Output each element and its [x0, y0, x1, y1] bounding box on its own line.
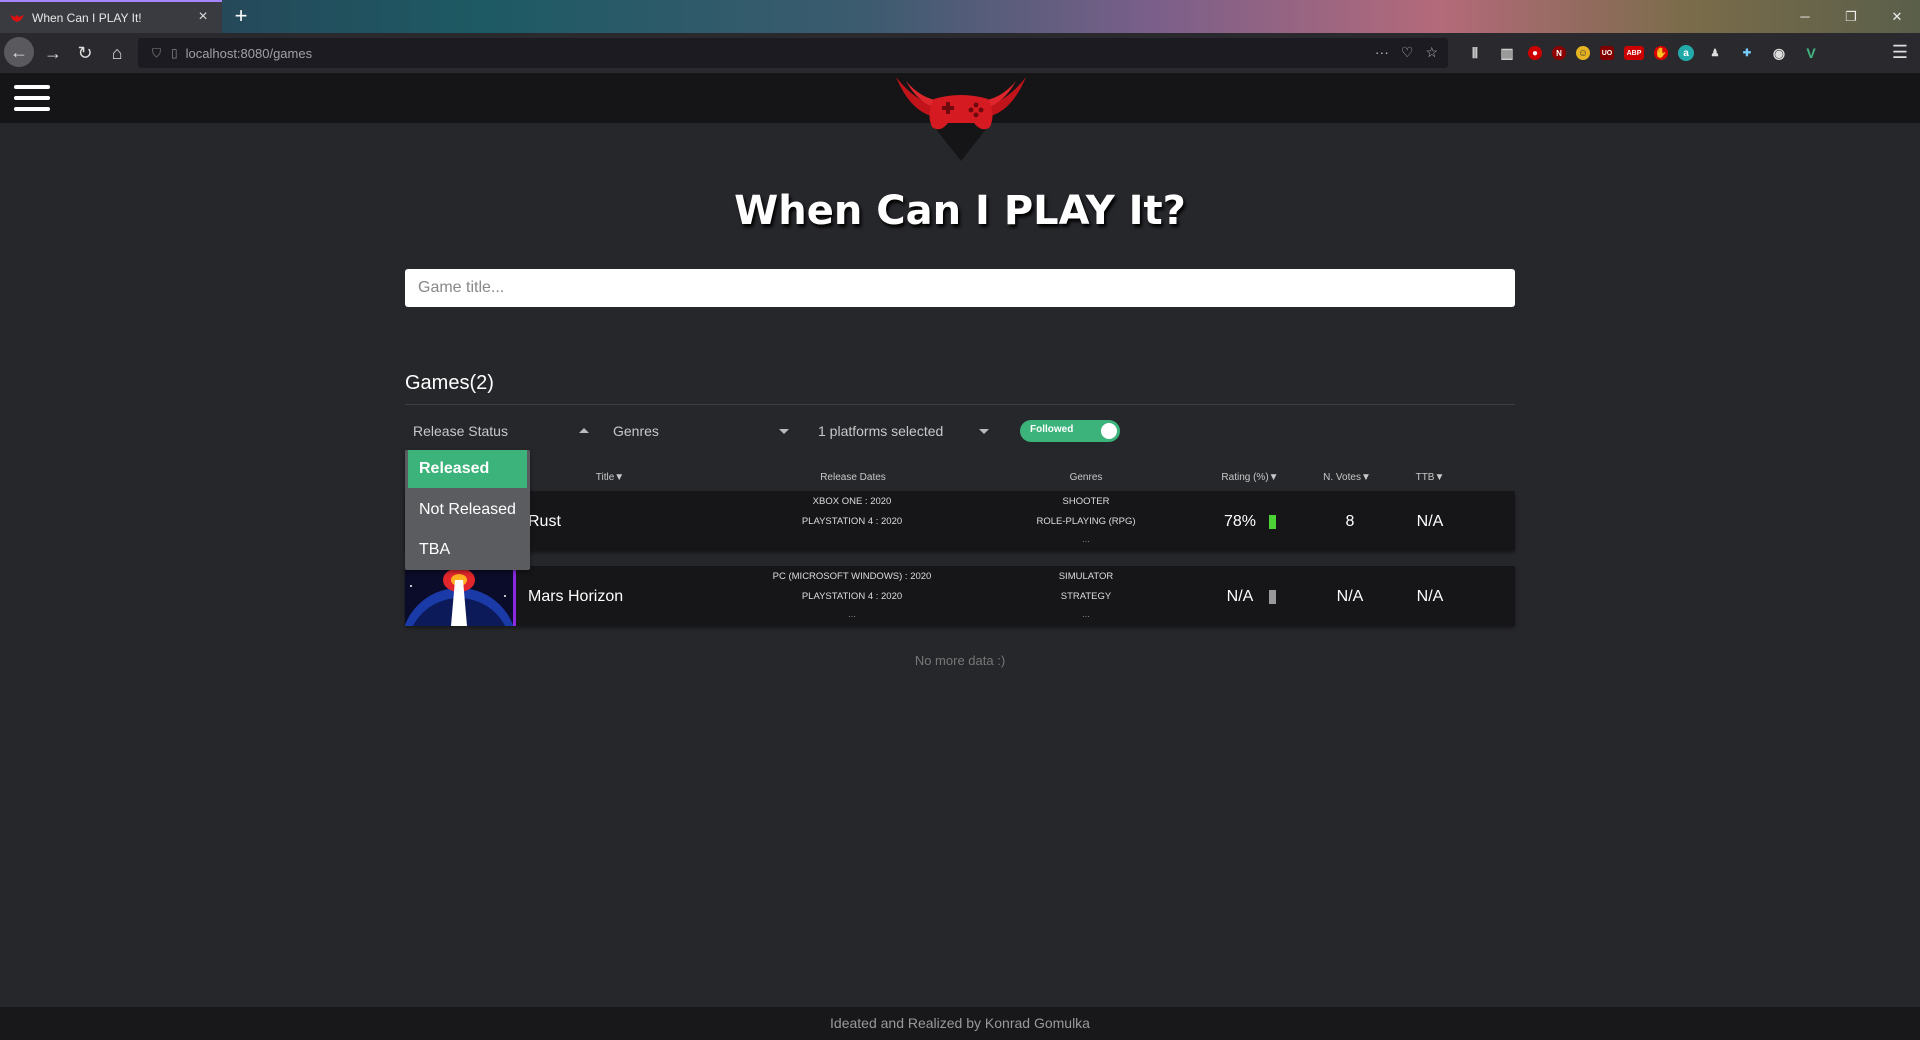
platforms-select[interactable]: 1 platforms selected: [818, 418, 993, 444]
release-status-option-not-released[interactable]: Not Released: [408, 491, 527, 529]
column-header-ttb[interactable]: TTB▼: [1400, 472, 1460, 483]
release-status-option-tba[interactable]: TBA: [408, 531, 527, 569]
rating-value: N/A: [1226, 588, 1254, 605]
back-icon[interactable]: ←: [4, 37, 34, 67]
games-count-heading: Games(2): [405, 372, 494, 394]
column-header-votes[interactable]: N. Votes▼: [1305, 472, 1389, 483]
library-icon[interactable]: ⫴: [1464, 42, 1486, 64]
browser-nav-bar: ← → ↻ ⌂ ⛉ ▯ localhost:8080/games ··· ♡ ☆…: [0, 33, 1920, 73]
release-date-item: PLAYSTATION 4 : 2020: [801, 516, 903, 527]
followed-toggle-label: Followed: [1030, 424, 1074, 435]
mars-horizon-cover: [405, 566, 513, 626]
column-header-genres: Genres: [1069, 472, 1103, 483]
rating-bar: [1269, 515, 1276, 529]
page-title: When Can I PLAY It?: [734, 188, 1186, 234]
genres-select[interactable]: Genres: [613, 418, 793, 444]
divider: [405, 404, 1515, 405]
sidebar-icon[interactable]: ▥: [1496, 42, 1518, 64]
release-date-more: ...: [848, 609, 856, 620]
game-title[interactable]: Mars Horizon: [528, 588, 623, 606]
browser-menu-icon[interactable]: ☰: [1892, 42, 1908, 63]
caret-up-icon: [579, 428, 589, 433]
url-text[interactable]: localhost:8080/games: [186, 46, 312, 61]
rating-bar: [1269, 590, 1276, 604]
release-status-option-released[interactable]: Released: [408, 450, 527, 488]
release-date-item: PC (MICROSOFT WINDOWS) : 2020: [772, 571, 932, 582]
release-status-select[interactable]: Release Status: [413, 418, 593, 444]
user-extension-icon[interactable]: ♟: [1704, 42, 1726, 64]
release-date-item: XBOX ONE : 2020: [812, 496, 892, 507]
footer-credit: Ideated and Realized by Konrad Gomulka: [830, 1015, 1090, 1031]
winged-gamepad-icon: [896, 77, 1026, 161]
app-logo[interactable]: [886, 73, 1036, 161]
column-header-release-dates: Release Dates: [820, 472, 886, 483]
shield-icon[interactable]: ⛉: [152, 46, 161, 61]
lock-extension-icon[interactable]: ●: [1528, 46, 1542, 60]
no-more-data-text: No more data :): [914, 653, 1006, 668]
close-window-icon[interactable]: ✕: [1874, 0, 1920, 33]
release-status-label: Release Status: [413, 423, 508, 439]
genre-more: ...: [1082, 609, 1090, 620]
ttb-value: N/A: [1416, 513, 1444, 530]
rating-value: 78%: [1223, 513, 1257, 530]
game-row[interactable]: Rust XBOX ONE : 2020 PLAYSTATION 4 : 202…: [405, 491, 1515, 551]
caret-down-icon: [779, 429, 789, 434]
followed-toggle[interactable]: Followed: [1020, 420, 1120, 442]
genre-item: ROLE-PLAYING (RPG): [1036, 516, 1136, 527]
pocket-icon[interactable]: ♡: [1401, 44, 1414, 61]
browser-tab[interactable]: When Can I PLAY It! ×: [0, 0, 222, 33]
minimize-icon[interactable]: ─: [1782, 0, 1828, 33]
game-search-input[interactable]: [405, 269, 1515, 307]
genre-more: ...: [1082, 534, 1090, 545]
hand-extension-icon[interactable]: ✋: [1654, 46, 1668, 60]
column-header-title[interactable]: Title▼: [570, 472, 650, 483]
page-icon: ▯: [171, 46, 178, 60]
new-tab-icon[interactable]: +: [228, 4, 254, 30]
game-title[interactable]: Rust: [528, 513, 561, 531]
close-tab-icon[interactable]: ×: [194, 8, 212, 27]
release-date-item: PLAYSTATION 4 : 2020: [801, 591, 903, 602]
browser-tab-bar: When Can I PLAY It! × + ─ ❐ ✕: [0, 0, 1920, 33]
puzzle-extension-icon[interactable]: ✚: [1736, 42, 1758, 64]
amazon-extension-icon[interactable]: a: [1678, 45, 1694, 61]
game-row[interactable]: Mars Horizon PC (MICROSOFT WINDOWS) : 20…: [405, 566, 1515, 626]
reload-icon[interactable]: ↻: [69, 37, 101, 69]
votes-value: 8: [1345, 513, 1355, 530]
url-bar[interactable]: ⛉ ▯ localhost:8080/games ··· ♡ ☆: [138, 38, 1448, 68]
toggle-knob: [1101, 423, 1117, 439]
genre-item: SIMULATOR: [1058, 571, 1114, 582]
face-extension-icon[interactable]: ☺: [1576, 46, 1590, 60]
netflix-extension-icon[interactable]: N: [1552, 46, 1566, 60]
forward-icon[interactable]: →: [37, 37, 69, 69]
votes-value: N/A: [1336, 588, 1364, 605]
tab-title: When Can I PLAY It!: [32, 10, 142, 25]
restore-icon[interactable]: ❐: [1828, 0, 1874, 33]
hamburger-menu-icon[interactable]: [14, 85, 50, 113]
caret-down-icon: [979, 429, 989, 434]
release-status-dropdown: Released Not Released TBA: [405, 450, 530, 570]
app-favicon-icon: [10, 14, 24, 22]
bookmark-star-icon[interactable]: ☆: [1425, 44, 1438, 61]
vue-devtools-icon[interactable]: V: [1800, 42, 1822, 64]
game-cover-image: [405, 566, 516, 626]
genres-label: Genres: [613, 423, 659, 439]
adblock-extension-icon[interactable]: ABP: [1624, 46, 1644, 60]
ublock-extension-icon[interactable]: UO: [1600, 46, 1614, 60]
footer: Ideated and Realized by Konrad Gomulka: [0, 1007, 1920, 1040]
ttb-value: N/A: [1416, 588, 1444, 605]
account-icon[interactable]: ◉: [1768, 42, 1790, 64]
genre-item: STRATEGY: [1060, 591, 1112, 602]
platforms-label: 1 platforms selected: [818, 423, 944, 439]
home-icon[interactable]: ⌂: [101, 37, 133, 69]
genre-item: SHOOTER: [1062, 496, 1110, 507]
more-actions-icon[interactable]: ···: [1375, 44, 1389, 61]
column-header-rating[interactable]: Rating (%)▼: [1205, 472, 1295, 483]
